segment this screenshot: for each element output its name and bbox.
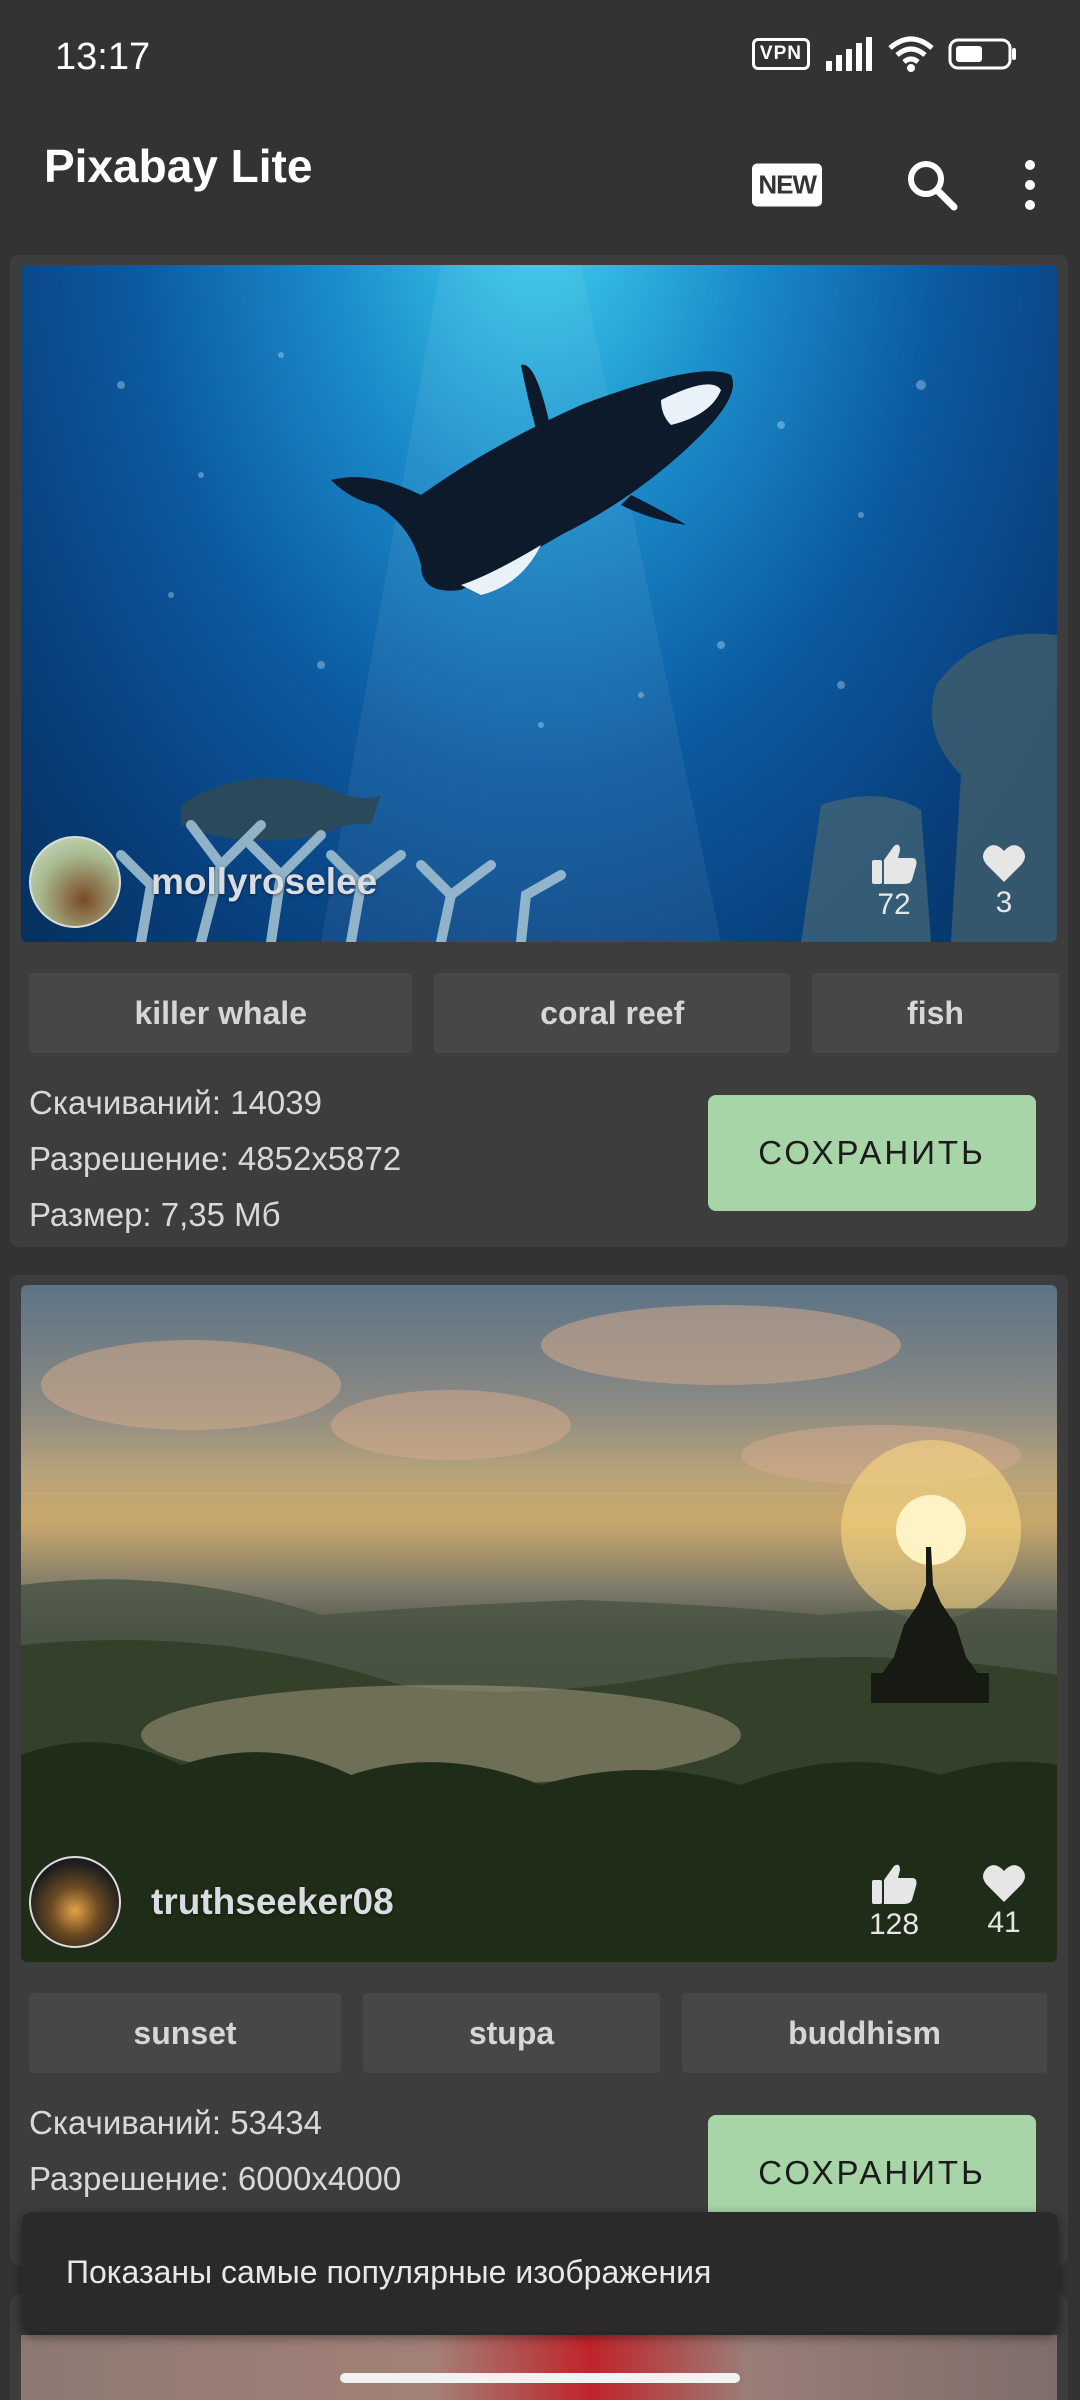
signal-icon — [826, 37, 872, 71]
favorites-count: 41 — [987, 1906, 1021, 1939]
thumbs-up-icon — [872, 844, 917, 884]
wifi-icon — [888, 36, 934, 72]
resolution-text: Разрешение: 6000x4000 — [29, 2160, 402, 2197]
resolution-text: Разрешение: 4852x5872 — [29, 1140, 402, 1177]
battery-icon — [948, 38, 1016, 70]
tag-chip[interactable]: fish — [812, 973, 1059, 1053]
tag-chip[interactable]: stupa — [363, 1993, 660, 2073]
avatar[interactable] — [29, 1856, 121, 1948]
tag-chip[interactable]: coral reef — [434, 973, 790, 1053]
favorites-stat[interactable]: 3 — [969, 842, 1039, 922]
favorites-count: 3 — [995, 886, 1013, 919]
app-bar: Pixabay Lite NEW — [0, 115, 1080, 255]
image-card: truthseeker08 128 41 sunset stupa buddhi… — [10, 1275, 1068, 2265]
search-icon[interactable] — [904, 157, 960, 213]
likes-stat[interactable]: 72 — [859, 842, 929, 922]
new-label: NEW — [752, 163, 822, 207]
size-text: Размер: 7,35 Мб — [29, 1196, 281, 1233]
tags: sunset stupa buddhism — [29, 1993, 1059, 2073]
favorites-stat[interactable]: 41 — [969, 1862, 1039, 1942]
downloads-text: Скачиваний: 14039 — [29, 1084, 322, 1121]
stats: 72 3 — [859, 842, 1039, 922]
new-icon[interactable]: NEW — [752, 163, 822, 207]
photo-sunset-stupa[interactable]: truthseeker08 128 41 — [21, 1285, 1057, 1962]
likes-count: 128 — [868, 1908, 920, 1941]
status-icons: VPN — [751, 36, 1018, 72]
photo-killer-whale[interactable]: mollyroselee 72 3 — [21, 265, 1057, 942]
image-info: Скачиваний: 14039 Разрешение: 4852x5872 … — [29, 1075, 401, 1243]
avatar[interactable] — [29, 836, 121, 928]
tag-chip[interactable]: sunset — [29, 1993, 341, 2073]
author[interactable]: mollyroselee — [29, 836, 377, 928]
photo-thumbnail[interactable] — [21, 2335, 1057, 2400]
heart-icon — [983, 845, 1025, 882]
snackbar-message: Показаны самые популярные изображения — [66, 2253, 712, 2290]
home-indicator[interactable] — [340, 2373, 740, 2383]
image-card: mollyroselee 72 3 killer whale coral ree… — [10, 255, 1068, 1247]
heart-icon — [983, 1865, 1025, 1902]
likes-count: 72 — [877, 888, 911, 921]
tag-chip[interactable]: buddhism — [682, 1993, 1047, 2073]
more-vert-icon[interactable] — [1000, 155, 1060, 215]
image-info: Скачиваний: 53434 Разрешение: 6000x4000 — [29, 2095, 401, 2207]
status-bar: 13:17 VPN — [0, 0, 1080, 115]
thumbs-up-icon — [872, 1864, 917, 1904]
tags: killer whale coral reef fish — [29, 973, 1059, 1053]
author[interactable]: truthseeker08 — [29, 1856, 394, 1948]
author-name[interactable]: truthseeker08 — [151, 1881, 394, 1923]
tag-chip[interactable]: killer whale — [29, 973, 413, 1053]
author-name[interactable]: mollyroselee — [151, 861, 377, 903]
stats: 128 41 — [859, 1862, 1039, 1942]
save-button[interactable]: СОХРАНИТЬ — [708, 1095, 1036, 1211]
downloads-text: Скачиваний: 53434 — [29, 2104, 322, 2141]
app-title: Pixabay Lite — [44, 140, 313, 192]
snackbar: Показаны самые популярные изображения — [22, 2212, 1058, 2332]
likes-stat[interactable]: 128 — [859, 1862, 929, 1942]
status-time: 13:17 — [55, 36, 151, 78]
vpn-icon: VPN — [751, 38, 810, 70]
